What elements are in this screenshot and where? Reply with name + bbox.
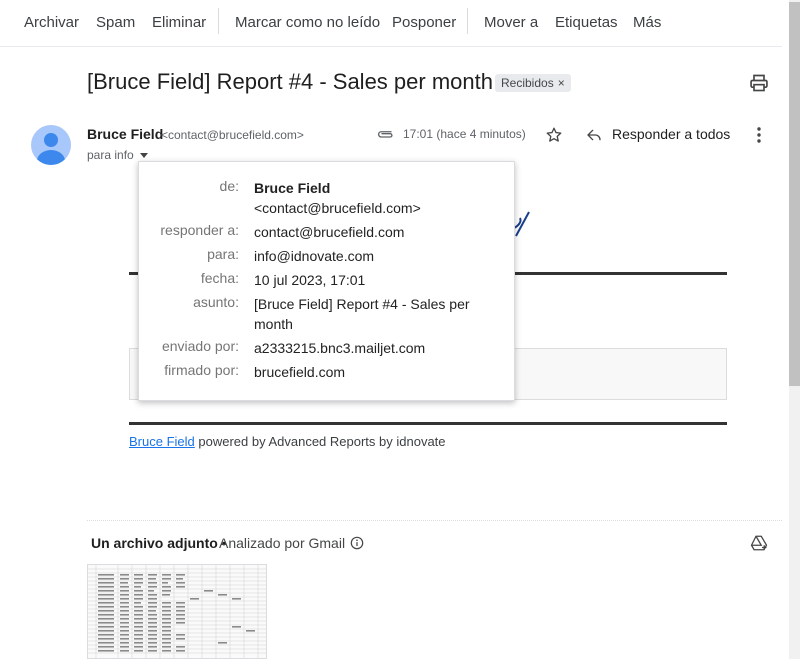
toolbar-divider bbox=[218, 8, 219, 34]
scrollbar-thumb[interactable] bbox=[789, 2, 800, 386]
labels-button[interactable]: Etiquetas bbox=[555, 14, 618, 31]
label-text: Recibidos bbox=[501, 76, 554, 90]
details-value: info@idnovate.com bbox=[254, 248, 375, 264]
mark-unread-button[interactable]: Marcar como no leído bbox=[235, 14, 380, 31]
email-subject: [Bruce Field] Report #4 - Sales per mont… bbox=[87, 69, 493, 94]
body-divider bbox=[129, 422, 727, 425]
attachments-divider bbox=[87, 520, 782, 521]
snooze-button[interactable]: Posponer bbox=[392, 14, 456, 31]
details-key: responder a: bbox=[160, 222, 239, 238]
more-vert-icon[interactable] bbox=[752, 126, 766, 144]
details-key: para: bbox=[207, 246, 239, 262]
move-to-button[interactable]: Mover a bbox=[484, 14, 538, 31]
brucefield-link[interactable]: Bruce Field bbox=[129, 434, 195, 449]
email-timestamp: 17:01 (hace 4 minutos) bbox=[403, 127, 526, 141]
reply-all-button[interactable]: Responder a todos bbox=[612, 126, 730, 142]
spreadsheet-preview-image bbox=[88, 565, 266, 658]
archive-button[interactable]: Archivar bbox=[24, 14, 79, 31]
details-key: de: bbox=[219, 178, 239, 194]
scrollbar[interactable] bbox=[789, 0, 800, 659]
scanned-by-gmail: Analizado por Gmail bbox=[219, 535, 346, 551]
footer-text: Bruce Field powered by Advanced Reports … bbox=[129, 434, 446, 449]
powered-by-text: powered by Advanced Reports by idnovate bbox=[194, 434, 446, 449]
more-button[interactable]: Más bbox=[633, 14, 661, 31]
attachments-title: Un archivo adjunto • bbox=[91, 535, 227, 551]
remove-label-icon[interactable]: × bbox=[558, 76, 565, 90]
star-icon[interactable] bbox=[545, 126, 563, 144]
attachment-thumbnail[interactable] bbox=[87, 564, 267, 659]
message-details-popup: de: Bruce Field <contact@brucefield.com>… bbox=[138, 161, 515, 401]
recipients-text: para info bbox=[87, 148, 134, 162]
delete-button[interactable]: Eliminar bbox=[152, 14, 206, 31]
reply-icon[interactable] bbox=[586, 127, 602, 143]
print-icon[interactable] bbox=[749, 73, 769, 93]
recipients-toggle[interactable]: para info bbox=[87, 148, 148, 162]
add-to-drive-icon[interactable] bbox=[750, 534, 768, 552]
details-key: asunto: bbox=[193, 294, 239, 310]
details-key: fecha: bbox=[200, 270, 239, 286]
chevron-down-icon[interactable] bbox=[139, 153, 148, 159]
attachments-count: Un archivo adjunto bbox=[91, 535, 218, 551]
toolbar-divider bbox=[467, 8, 468, 34]
details-key: enviado por: bbox=[161, 338, 239, 354]
details-value: [Bruce Field] Report #4 - Sales per mont… bbox=[254, 296, 470, 332]
inbox-label-chip[interactable]: Recibidos × bbox=[495, 74, 571, 92]
details-value: 10 jul 2023, 17:01 bbox=[254, 272, 366, 288]
attachment-icon bbox=[378, 131, 393, 138]
details-key: firmado por: bbox=[164, 362, 239, 378]
avatar[interactable] bbox=[31, 125, 71, 165]
details-from-email: <contact@brucefield.com> bbox=[254, 200, 421, 216]
toolbar: Archivar Spam Eliminar Marcar como no le… bbox=[0, 0, 782, 47]
details-value: brucefield.com bbox=[254, 364, 346, 380]
details-value: contact@brucefield.com bbox=[254, 224, 405, 240]
details-value: a2333215.bnc3.mailjet.com bbox=[254, 340, 426, 356]
sender-email: <contact@brucefield.com> bbox=[161, 128, 304, 142]
details-from-name: Bruce Field bbox=[254, 180, 331, 196]
info-icon[interactable] bbox=[350, 536, 364, 550]
spam-button[interactable]: Spam bbox=[96, 14, 135, 31]
sender-name[interactable]: Bruce Field bbox=[87, 126, 163, 142]
